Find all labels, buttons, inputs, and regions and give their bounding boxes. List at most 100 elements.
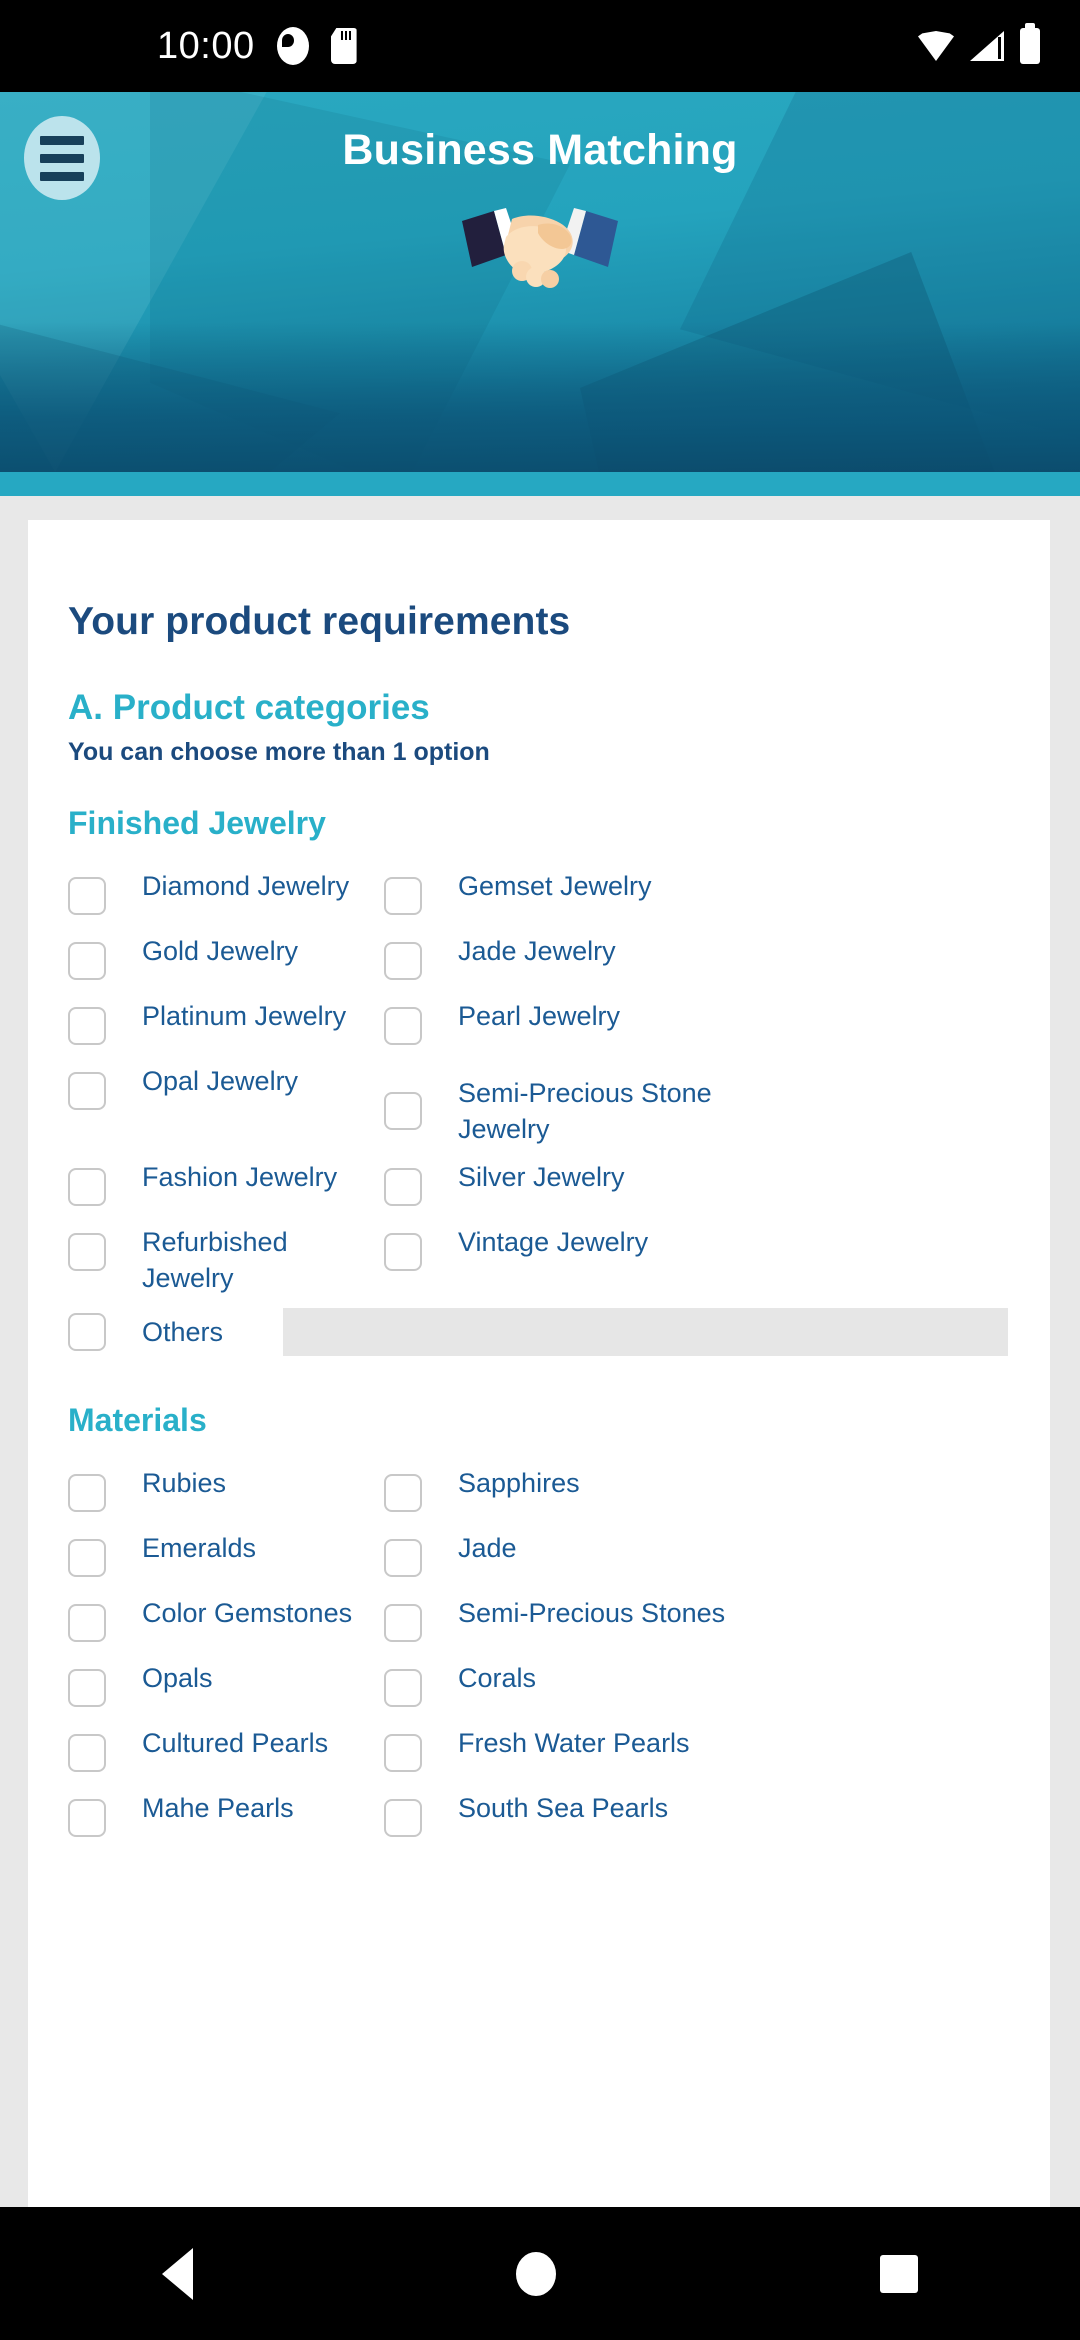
checkbox-row[interactable]: Cultured Pearls bbox=[68, 1725, 384, 1790]
checkbox-corals[interactable] bbox=[384, 1669, 422, 1707]
checkbox-label: Opal Jewelry bbox=[142, 1066, 299, 1096]
checkbox-label-others: Others bbox=[142, 1317, 224, 1347]
page-title: Your product requirements bbox=[68, 600, 571, 643]
checkbox-label: Gold Jewelry bbox=[142, 936, 299, 966]
checkbox-label: Opals bbox=[142, 1663, 213, 1693]
checkbox-row[interactable]: Fashion Jewelry bbox=[68, 1159, 384, 1224]
checkbox-others[interactable] bbox=[68, 1313, 106, 1351]
checkbox-label: Gemset Jewelry bbox=[458, 871, 652, 901]
checkbox-silver-jewelry[interactable] bbox=[384, 1168, 422, 1206]
checkbox-jade[interactable] bbox=[384, 1539, 422, 1577]
checkbox-row[interactable]: Semi-Precious Stones bbox=[384, 1595, 1010, 1660]
checkbox-fashion-jewelry[interactable] bbox=[68, 1168, 106, 1206]
checkbox-label: Jade Jewelry bbox=[458, 936, 616, 966]
checkbox-opal-jewelry[interactable] bbox=[68, 1072, 106, 1110]
recent-apps-button-icon[interactable] bbox=[880, 2254, 919, 2293]
checkbox-cultured-pearls[interactable] bbox=[68, 1734, 106, 1772]
others-text-input[interactable] bbox=[283, 1308, 1008, 1356]
others-row-finished-jewelry[interactable]: Others bbox=[68, 1296, 1010, 1368]
battery-icon bbox=[1020, 23, 1040, 64]
signal-icon bbox=[970, 31, 1004, 61]
checkbox-row[interactable]: Color Gemstones bbox=[68, 1595, 384, 1660]
checkbox-row[interactable]: Opal Jewelry bbox=[68, 1063, 384, 1159]
checkbox-label: Jade bbox=[458, 1533, 517, 1563]
checkbox-row[interactable]: Fresh Water Pearls bbox=[384, 1725, 1010, 1790]
section-heading: A. Product categories bbox=[68, 688, 430, 727]
header-accent-strip bbox=[0, 472, 1080, 496]
wifi-icon bbox=[918, 31, 954, 61]
checkbox-label: Mahe Pearls bbox=[142, 1793, 294, 1823]
checkbox-row[interactable]: Platinum Jewelry bbox=[68, 998, 384, 1063]
home-button-icon[interactable] bbox=[516, 2251, 557, 2296]
checkbox-row[interactable]: Pearl Jewelry bbox=[384, 998, 1010, 1063]
checkbox-row[interactable]: Opals bbox=[68, 1660, 384, 1725]
checkbox-color-gemstones[interactable] bbox=[68, 1604, 106, 1642]
checkbox-emeralds[interactable] bbox=[68, 1539, 106, 1577]
checkbox-vintage-jewelry[interactable] bbox=[384, 1233, 422, 1271]
checkbox-label: Semi-Precious Stone Jewelry bbox=[458, 1078, 712, 1144]
checkbox-grid-materials: Rubies Sapphires Emeralds Jade Color Gem… bbox=[68, 1465, 1010, 1855]
back-button-icon[interactable] bbox=[161, 2247, 193, 2300]
checkbox-row[interactable]: South Sea Pearls bbox=[384, 1790, 1010, 1855]
checkbox-label: Sapphires bbox=[458, 1468, 580, 1498]
checkbox-label: Refurbished Jewelry bbox=[142, 1227, 288, 1293]
checkbox-label: Pearl Jewelry bbox=[458, 1001, 621, 1031]
checkbox-diamond-jewelry[interactable] bbox=[68, 877, 106, 915]
checkbox-row[interactable]: Corals bbox=[384, 1660, 1010, 1725]
status-bar-right bbox=[918, 23, 1040, 64]
checkbox-row[interactable]: Jade Jewelry bbox=[384, 933, 1010, 998]
checkbox-platinum-jewelry[interactable] bbox=[68, 1007, 106, 1045]
checkbox-rubies[interactable] bbox=[68, 1474, 106, 1512]
status-bar-left: 10:00 bbox=[157, 27, 357, 65]
phone-screen: 10:00 Business Matching Your product req… bbox=[0, 0, 1080, 2340]
checkbox-label: Color Gemstones bbox=[142, 1598, 353, 1628]
status-bar: 10:00 bbox=[0, 0, 1080, 92]
checkbox-row[interactable]: Vintage Jewelry bbox=[384, 1224, 1010, 1296]
checkbox-row[interactable]: Rubies bbox=[68, 1465, 384, 1530]
checkbox-row[interactable]: Jade bbox=[384, 1530, 1010, 1595]
checkbox-label: Vintage Jewelry bbox=[458, 1227, 649, 1257]
alarm-dot-icon bbox=[276, 27, 309, 65]
app-header-banner: Business Matching bbox=[0, 92, 1080, 472]
checkbox-gold-jewelry[interactable] bbox=[68, 942, 106, 980]
checkbox-semi-precious-stone-jewelry[interactable] bbox=[384, 1092, 422, 1130]
checkbox-row[interactable]: Emeralds bbox=[68, 1530, 384, 1595]
checkbox-row[interactable]: Sapphires bbox=[384, 1465, 1010, 1530]
android-navigation-bar bbox=[0, 2207, 1080, 2340]
checkbox-jade-jewelry[interactable] bbox=[384, 942, 422, 980]
sd-card-icon bbox=[330, 28, 357, 64]
checkbox-label: Corals bbox=[458, 1663, 537, 1693]
checkbox-row[interactable]: Silver Jewelry bbox=[384, 1159, 1010, 1224]
form-card: Your product requirements A. Product cat… bbox=[28, 520, 1050, 2220]
checkbox-sapphires[interactable] bbox=[384, 1474, 422, 1512]
group-title-materials: Materials bbox=[68, 1402, 207, 1438]
checkbox-gemset-jewelry[interactable] bbox=[384, 877, 422, 915]
checkbox-label: Fresh Water Pearls bbox=[458, 1728, 690, 1758]
group-title-finished-jewelry: Finished Jewelry bbox=[68, 805, 326, 841]
checkbox-label: Platinum Jewelry bbox=[142, 1001, 347, 1031]
section-hint: You can choose more than 1 option bbox=[68, 738, 490, 766]
header-gradient-overlay bbox=[0, 322, 1080, 472]
checkbox-label: Rubies bbox=[142, 1468, 227, 1498]
checkbox-label: South Sea Pearls bbox=[458, 1793, 669, 1823]
checkbox-label: Fashion Jewelry bbox=[142, 1162, 338, 1192]
checkbox-pearl-jewelry[interactable] bbox=[384, 1007, 422, 1045]
checkbox-semi-precious-stones[interactable] bbox=[384, 1604, 422, 1642]
page-header-title: Business Matching bbox=[342, 126, 738, 174]
checkbox-label: Diamond Jewelry bbox=[142, 871, 350, 901]
checkbox-row[interactable]: Diamond Jewelry bbox=[68, 868, 384, 933]
checkbox-row[interactable]: Semi-Precious Stone Jewelry bbox=[384, 1063, 1010, 1159]
checkbox-refurbished-jewelry[interactable] bbox=[68, 1233, 106, 1271]
handshake-illustration bbox=[462, 208, 618, 288]
checkbox-label: Semi-Precious Stones bbox=[458, 1598, 726, 1628]
checkbox-opals[interactable] bbox=[68, 1669, 106, 1707]
checkbox-row[interactable]: Gemset Jewelry bbox=[384, 868, 1010, 933]
checkbox-mahe-pearls[interactable] bbox=[68, 1799, 106, 1837]
checkbox-row[interactable]: Refurbished Jewelry bbox=[68, 1224, 384, 1296]
checkbox-row[interactable]: Mahe Pearls bbox=[68, 1790, 384, 1855]
checkbox-row[interactable]: Gold Jewelry bbox=[68, 933, 384, 998]
status-clock: 10:00 bbox=[157, 25, 255, 67]
checkbox-south-sea-pearls[interactable] bbox=[384, 1799, 422, 1837]
checkbox-fresh-water-pearls[interactable] bbox=[384, 1734, 422, 1772]
checkbox-label: Cultured Pearls bbox=[142, 1728, 329, 1758]
